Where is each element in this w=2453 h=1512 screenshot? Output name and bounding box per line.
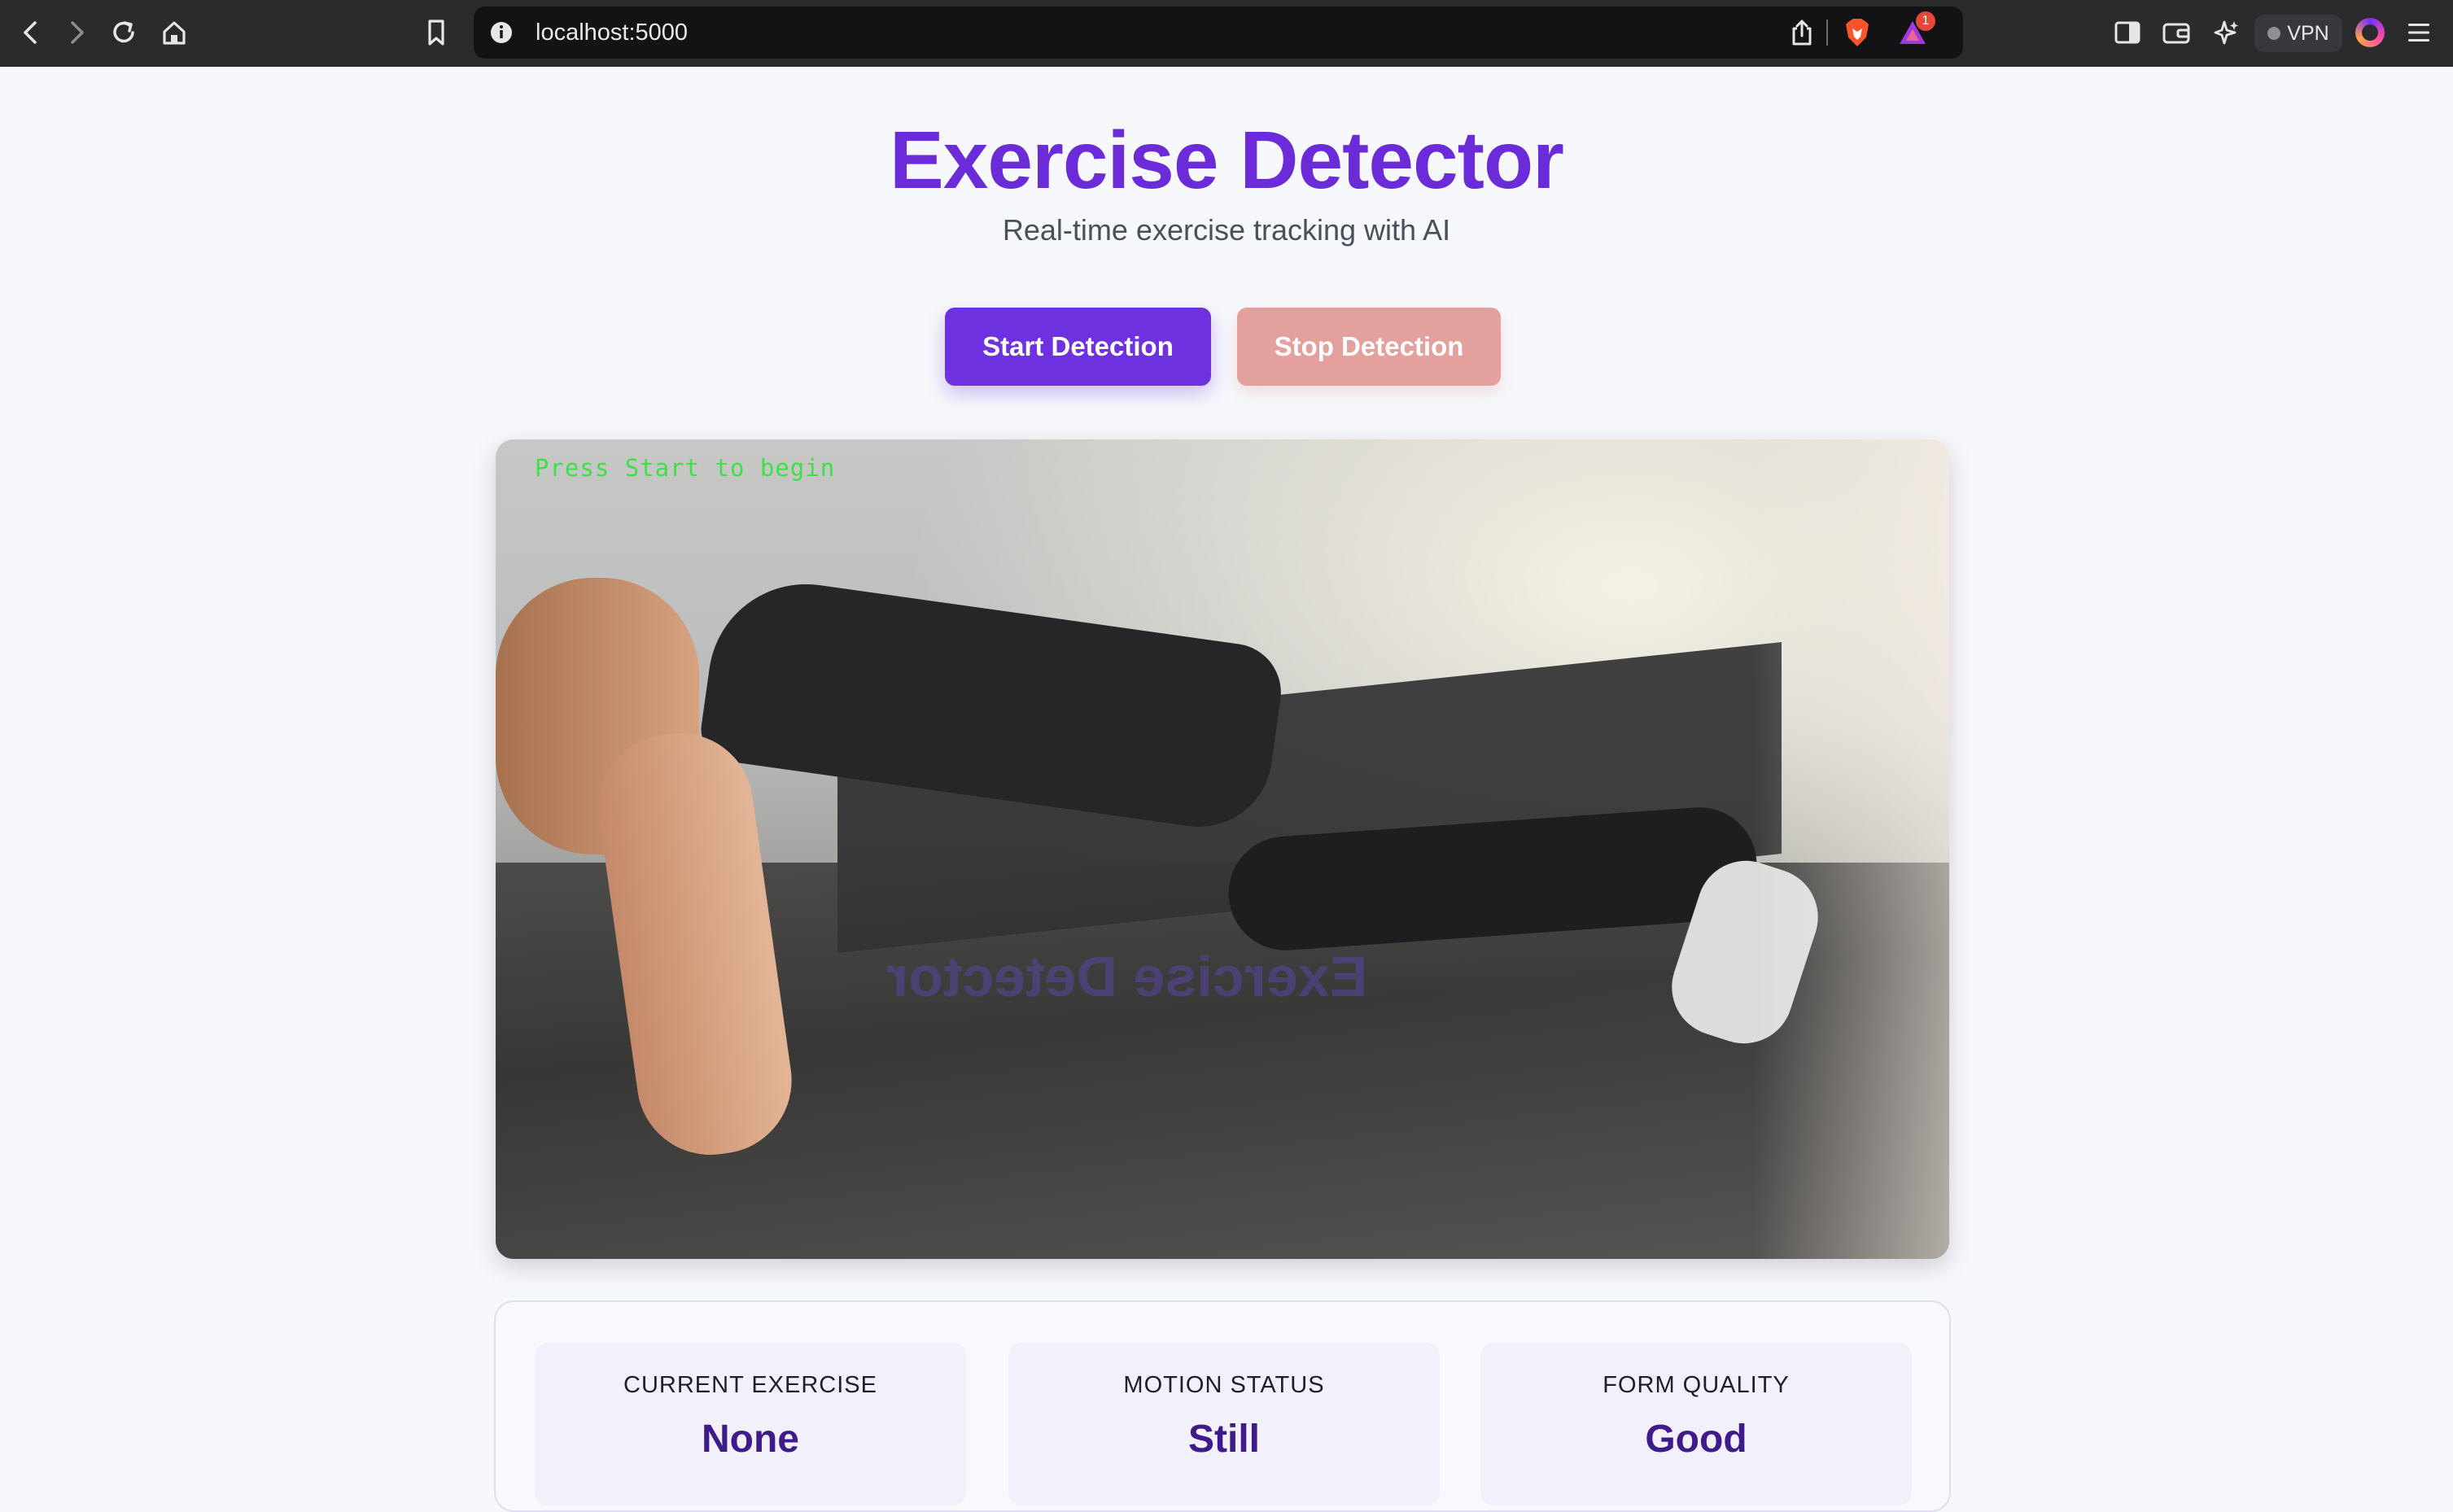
profile-avatar[interactable]: [2355, 18, 2385, 47]
browser-toolbar: localhost:5000 1 VPN: [0, 0, 2453, 67]
url-text: localhost:5000: [536, 20, 689, 46]
wallet-icon[interactable]: [2160, 16, 2193, 49]
share-icon[interactable]: [1787, 18, 1817, 47]
reload-icon[interactable]: [107, 16, 140, 49]
divider: [1826, 20, 1828, 46]
stat-value: None: [702, 1418, 799, 1461]
video-feed: Exercise Detector Press Start to begin: [496, 439, 1949, 1259]
start-detection-button[interactable]: Start Detection: [945, 308, 1211, 386]
notification-badge: 1: [1916, 11, 1935, 31]
stat-label: FORM QUALITY: [1603, 1372, 1790, 1398]
stat-label: CURRENT EXERCISE: [623, 1372, 877, 1398]
page-title: Exercise Detector: [890, 115, 1564, 206]
back-icon[interactable]: [15, 16, 47, 49]
stat-value: Good: [1645, 1418, 1747, 1461]
page-subtitle: Real-time exercise tracking with AI: [1002, 213, 1451, 247]
home-icon[interactable]: [158, 16, 190, 49]
forward-icon[interactable]: [60, 16, 93, 49]
sidebar-icon[interactable]: [2111, 16, 2144, 49]
address-bar[interactable]: localhost:5000 1: [474, 7, 1963, 59]
stat-card-current-exercise: CURRENT EXERCISE None: [535, 1343, 966, 1505]
leo-ai-icon[interactable]: [2210, 16, 2243, 49]
brave-shields-icon[interactable]: [1841, 16, 1874, 49]
vpn-label: VPN: [2287, 21, 2329, 45]
stat-value: Still: [1187, 1418, 1260, 1461]
stat-card-form-quality: FORM QUALITY Good: [1480, 1343, 1912, 1505]
stop-detection-button[interactable]: Stop Detection: [1237, 308, 1501, 386]
vpn-status-icon: [2267, 27, 2281, 40]
screen-reflection: Exercise Detector: [886, 945, 1368, 1008]
bookmark-icon[interactable]: [420, 16, 453, 49]
stat-label: MOTION STATUS: [1123, 1372, 1325, 1398]
stats-panel: CURRENT EXERCISE None MOTION STATUS Stil…: [494, 1300, 1951, 1512]
menu-icon[interactable]: [2403, 16, 2435, 49]
vpn-button[interactable]: VPN: [2254, 15, 2342, 52]
window-glare: [1754, 439, 1949, 1259]
video-overlay-text: Press Start to begin: [535, 454, 836, 482]
site-info-icon[interactable]: [488, 20, 514, 46]
stat-card-motion-status: MOTION STATUS Still: [1008, 1343, 1440, 1505]
